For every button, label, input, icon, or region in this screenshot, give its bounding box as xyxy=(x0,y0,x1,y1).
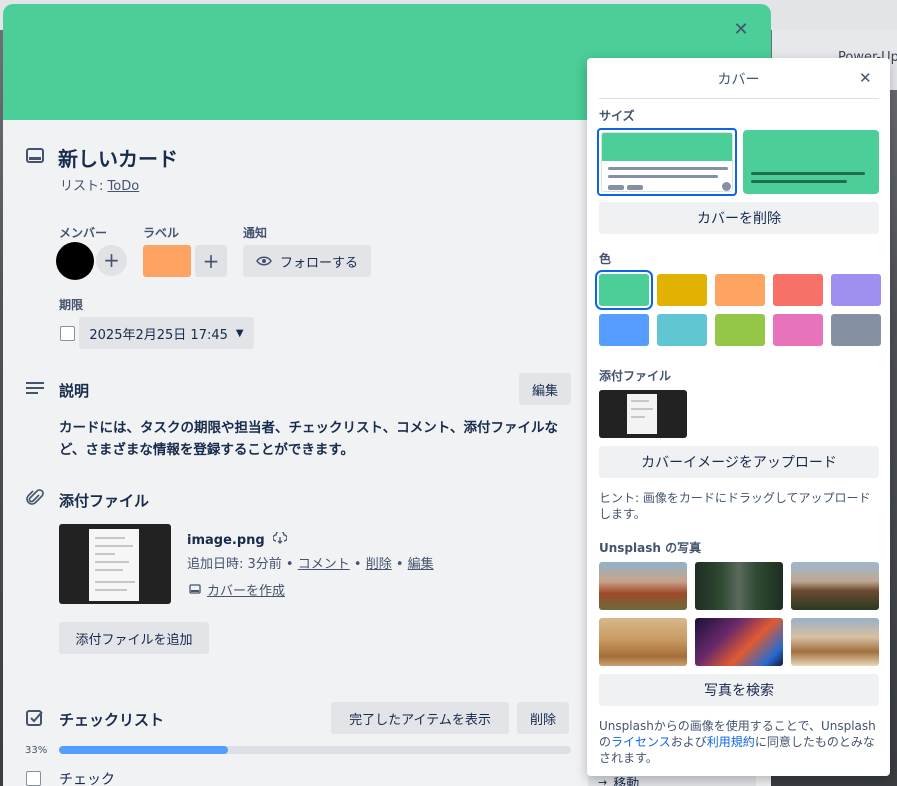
legal-and: および xyxy=(670,735,707,749)
cover-popover: カバー ✕ サイズ カバーを削除 色 添付ファイル カバーイメージをアップロード… xyxy=(587,58,890,776)
search-photos-label: 写真を検索 xyxy=(704,683,774,699)
show-checked-button[interactable]: 完了したアイテムを表示 xyxy=(331,702,509,734)
due-complete-checkbox[interactable] xyxy=(60,326,75,341)
unsplash-photo-canyon[interactable] xyxy=(791,618,879,666)
arrow-right-icon: → xyxy=(598,775,608,786)
remove-cover-label: カバーを削除 xyxy=(697,211,781,227)
unsplash-photo-forest[interactable] xyxy=(695,562,783,610)
unsplash-photo-mountain[interactable] xyxy=(791,562,879,610)
checklist-item-label[interactable]: チェック xyxy=(59,769,115,786)
checklist-icon xyxy=(26,710,43,726)
unsplash-photo-abstract[interactable] xyxy=(695,618,783,666)
progress-fill xyxy=(59,746,228,754)
unsplash-legal: Unsplashからの画像を使用することで、Unsplashのライセンスおよび利… xyxy=(599,718,883,766)
list-info: リスト: ToDo xyxy=(60,175,139,194)
add-member-button[interactable]: + xyxy=(96,245,127,276)
size-heading: サイズ xyxy=(599,109,635,123)
attachment-meta: 追加日時: 3分前 • コメント • 削除 • 編集 xyxy=(187,557,434,572)
color-swatch-green[interactable] xyxy=(595,270,653,310)
attachment-name[interactable]: image.png xyxy=(187,530,288,548)
color-swatch-purple[interactable] xyxy=(831,274,881,306)
attachment-edit-link[interactable]: 編集 xyxy=(408,557,434,572)
close-icon[interactable]: ✕ xyxy=(859,69,872,87)
color-swatch-red[interactable] xyxy=(773,274,823,306)
eye-icon xyxy=(256,256,272,266)
unsplash-heading: Unsplash の写真 xyxy=(599,541,702,555)
due-label: 期限 xyxy=(59,298,84,312)
attachment-delete-link[interactable]: 削除 xyxy=(366,557,392,572)
attachment-cover-option[interactable] xyxy=(599,390,687,438)
notifications-label: 通知 xyxy=(243,226,268,240)
upload-hint: ヒント: 画像をカードにドラッグしてアップロードします。 xyxy=(599,491,871,521)
search-photos-button[interactable]: 写真を検索 xyxy=(599,674,879,706)
color-swatch-sky[interactable] xyxy=(657,314,707,346)
paperclip-icon xyxy=(26,489,44,505)
unsplash-photo-rocks[interactable] xyxy=(599,562,687,610)
attachment-filename: image.png xyxy=(187,533,265,548)
download-icon[interactable] xyxy=(272,530,288,544)
add-label-button[interactable]: + xyxy=(195,245,227,277)
color-swatch-blue[interactable] xyxy=(599,314,649,346)
size-option-header[interactable] xyxy=(597,128,737,196)
due-date-value: 2025年2月25日 17:45 xyxy=(89,327,228,343)
show-checked-label: 完了したアイテムを表示 xyxy=(349,712,491,728)
add-attachment-label: 添付ファイルを追加 xyxy=(75,632,193,648)
divider xyxy=(599,98,879,99)
label-chip[interactable] xyxy=(143,245,191,277)
color-swatch-lime[interactable] xyxy=(715,314,765,346)
delete-checklist-button[interactable]: 削除 xyxy=(517,702,569,734)
size-option-full[interactable] xyxy=(743,130,879,194)
popover-attachments-heading: 添付ファイル xyxy=(599,369,672,383)
attachment-thumbnail[interactable] xyxy=(59,524,171,604)
description-icon xyxy=(26,382,44,394)
chevron-down-icon: ▼ xyxy=(235,327,244,339)
list-link[interactable]: ToDo xyxy=(108,179,140,194)
close-icon[interactable]: ✕ xyxy=(729,18,753,42)
progress-percent: 33% xyxy=(25,745,48,756)
follow-button[interactable]: フォローする xyxy=(243,245,371,277)
checklist-item-checkbox[interactable] xyxy=(26,771,41,786)
popover-title: カバー xyxy=(717,72,760,88)
color-swatch-gray[interactable] xyxy=(831,314,881,346)
description-text[interactable]: カードには、タスクの期限や担当者、チェックリスト、コメント、添付ファイルなど、さ… xyxy=(59,417,579,461)
card-title[interactable]: 新しいカード xyxy=(58,143,178,172)
card-icon xyxy=(26,148,44,163)
attachment-comment-link[interactable]: コメント xyxy=(298,557,350,572)
attachments-heading: 添付ファイル xyxy=(59,492,150,510)
terms-link[interactable]: 利用規約 xyxy=(707,735,755,749)
attachment-added: 追加日時: 3分前 • xyxy=(187,557,294,572)
due-date-button[interactable]: 2025年2月25日 17:45 ▼ xyxy=(79,317,254,349)
checklist-heading: チェックリスト xyxy=(59,711,165,729)
unsplash-photo-desert[interactable] xyxy=(599,618,687,666)
follow-button-label: フォローする xyxy=(279,255,358,271)
license-link[interactable]: ライセンス xyxy=(611,735,671,749)
avatar[interactable] xyxy=(56,242,94,280)
labels-label: ラベル xyxy=(143,226,180,240)
color-swatch-pink[interactable] xyxy=(773,314,823,346)
progress-bar xyxy=(59,746,571,754)
color-swatch-yellow[interactable] xyxy=(657,274,707,306)
list-prefix: リスト: xyxy=(60,179,108,194)
edit-description-label: 編集 xyxy=(531,383,558,399)
remove-cover-button[interactable]: カバーを削除 xyxy=(599,202,879,234)
delete-checklist-label: 削除 xyxy=(529,712,556,728)
members-label: メンバー xyxy=(59,226,108,240)
card-icon xyxy=(189,584,201,594)
upload-cover-label: カバーイメージをアップロード xyxy=(641,455,837,471)
description-heading: 説明 xyxy=(59,382,90,400)
upload-cover-button[interactable]: カバーイメージをアップロード xyxy=(599,446,879,478)
edit-description-button[interactable]: 編集 xyxy=(519,373,571,405)
color-swatch-orange[interactable] xyxy=(715,274,765,306)
make-cover-label: カバーを作成 xyxy=(207,584,286,599)
thumbnail-preview xyxy=(89,529,139,601)
make-cover-link[interactable]: カバーを作成 xyxy=(189,580,285,599)
add-attachment-button[interactable]: 添付ファイルを追加 xyxy=(59,622,209,654)
color-heading: 色 xyxy=(599,252,612,266)
